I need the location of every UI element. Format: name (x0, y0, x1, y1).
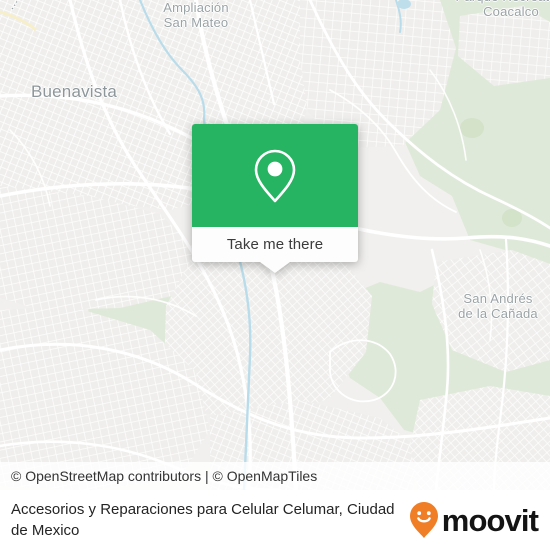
popup-tail-pointer (260, 262, 290, 273)
take-me-there-button[interactable]: Take me there (192, 227, 358, 262)
map-attribution-bar: © OpenStreetMap contributors | © OpenMap… (0, 462, 550, 490)
moovit-brand-logo[interactable]: moovit (408, 501, 539, 539)
page-footer: Accesorios y Reparaciones para Celular C… (0, 490, 550, 550)
page-title: Accesorios y Reparaciones para Celular C… (11, 501, 395, 539)
map-pin-icon (254, 149, 296, 202)
take-me-there-label: Take me there (226, 236, 324, 253)
location-popup-card[interactable]: Take me there (192, 124, 358, 273)
popup-icon-area (192, 124, 358, 227)
moovit-wordmark: moovit (441, 502, 539, 538)
map-attribution-text[interactable]: © OpenStreetMap contributors | © OpenMap… (11, 468, 317, 484)
map-canvas[interactable]: ...illo Ampliación San Mateo Buenavista … (0, 0, 550, 490)
map-page: ...illo Ampliación San Mateo Buenavista … (0, 0, 550, 550)
moovit-smiley-pin-icon (409, 502, 438, 538)
